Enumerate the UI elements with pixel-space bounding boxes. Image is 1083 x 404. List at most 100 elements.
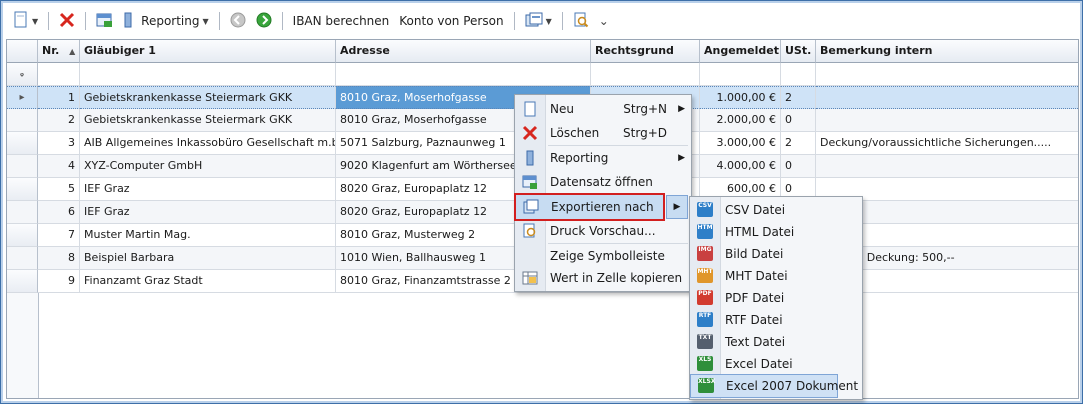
row-indicator[interactable] [7,155,38,178]
column-header-adresse[interactable]: Adresse [336,40,591,63]
export-item-htm[interactable]: HTM HTML Datei [690,221,860,243]
cell-ust[interactable]: 2 [781,86,816,109]
cell-glaeubiger[interactable]: Muster Martin Mag. [80,224,336,247]
open-record-button[interactable] [93,9,116,33]
cell-nr[interactable]: 8 [38,247,80,270]
export-submenu: CSV CSV Datei HTM HTML Datei IMG Bild Datei MH… [689,196,863,400]
toolbar: ▼ Reporting ▼ IBAN berechnen Konto von P… [4,6,1078,36]
cell-bemerkung[interactable] [816,155,1078,178]
row-indicator[interactable] [7,178,38,201]
column-header-nr[interactable]: Nr. ▲ [38,40,80,63]
cell-nr[interactable]: 7 [38,224,80,247]
cell-nr[interactable]: 9 [38,270,80,293]
filter-row[interactable]: ᵩ [7,63,1078,86]
export-item-rtf[interactable]: RTF RTF Datei [690,309,860,331]
csv-file-icon: CSV [697,202,713,217]
cell-angemeldet[interactable]: 4.000,00 € [700,155,781,178]
filter-cell[interactable] [781,63,816,86]
column-header-rechtsgrund[interactable]: Rechtsgrund [591,40,700,63]
submenu-arrow-icon[interactable]: ▶ [666,195,688,219]
export-item-xls[interactable]: XLS Excel Datei [690,353,860,375]
filter-cell[interactable] [336,63,591,86]
row-indicator[interactable] [7,132,38,155]
cell-nr[interactable]: 6 [38,201,80,224]
print-preview-button[interactable] [570,9,592,33]
filter-cell[interactable] [816,63,1078,86]
cell-glaeubiger[interactable]: Finanzamt Graz Stadt [80,270,336,293]
new-document-icon [522,101,538,117]
cell-glaeubiger[interactable]: Gebietskrankenkasse Steiermark GKK [80,109,336,132]
xlsx-file-icon: XLSX [698,378,715,393]
export-item-mht[interactable]: MHT MHT Datei [690,265,860,287]
cell-bemerkung[interactable]: Deckung/voraussichtliche Sicherungen....… [816,132,1078,155]
column-header-angemeldet[interactable]: Angemeldet [700,40,781,63]
cell-ust[interactable]: 0 [781,109,816,132]
menu-item-neu[interactable]: Neu Strg+N ▶ [515,97,691,121]
cell-angemeldet[interactable]: 3.000,00 € [700,132,781,155]
row-indicator[interactable] [7,109,38,132]
row-indicator[interactable] [7,247,38,270]
column-header-ust[interactable]: USt. [781,40,816,63]
menu-item-datensatz-oeffnen[interactable]: Datensatz öffnen [515,170,691,194]
cell-glaeubiger[interactable]: XYZ-Computer GmbH [80,155,336,178]
chevron-down-icon[interactable]: ▼ [32,17,38,26]
row-indicator[interactable] [7,270,38,293]
column-header-glaeubiger[interactable]: Gläubiger 1 [80,40,336,63]
cell-glaeubiger[interactable]: AIB Allgemeines Inkassobüro Gesellschaft… [80,132,336,155]
export-item-xlsx[interactable]: XLSX Excel 2007 Dokument [690,374,858,398]
cell-nr[interactable]: 1 [38,86,80,109]
cell-nr[interactable]: 3 [38,132,80,155]
export-item-img[interactable]: IMG Bild Datei [690,243,860,265]
overflow-button[interactable]: ⌄ [596,9,612,33]
iban-label: IBAN berechnen [292,14,390,28]
cell-glaeubiger[interactable]: Beispiel Barbara [80,247,336,270]
export-item-txt[interactable]: TXT Text Datei [690,331,860,353]
menu-item-exportieren-nach[interactable]: Exportieren nach [514,193,665,221]
row-indicator[interactable] [7,224,38,247]
cell-nr[interactable]: 5 [38,178,80,201]
menu-item-wert-kopieren[interactable]: Wert in Zelle kopieren [515,266,691,290]
filter-cell[interactable] [80,63,336,86]
row-indicator[interactable]: ▸ [7,86,38,109]
cell-glaeubiger[interactable]: IEF Graz [80,201,336,224]
export-button[interactable]: ▼ [522,9,555,33]
cell-nr[interactable]: 4 [38,155,80,178]
toolbar-separator [281,12,283,30]
cell-glaeubiger[interactable]: IEF Graz [80,178,336,201]
forward-button[interactable] [253,9,275,33]
htm-file-icon: HTM [697,224,713,239]
cell-angemeldet[interactable]: 2.000,00 € [700,109,781,132]
export-item-pdf[interactable]: PDF PDF Datei [690,287,860,309]
back-button[interactable] [227,9,249,33]
submenu-arrow-icon: ▶ [678,153,685,163]
reporting-button[interactable]: Reporting ▼ [120,9,212,33]
filter-cell[interactable] [38,63,80,86]
chevron-down-icon[interactable]: ▼ [546,17,552,26]
new-button[interactable]: ▼ [10,9,41,33]
cell-ust[interactable]: 2 [781,132,816,155]
cell-bemerkung[interactable] [816,109,1078,132]
filter-cell[interactable] [700,63,781,86]
export-item-csv[interactable]: CSV CSV Datei [690,199,860,221]
delete-button[interactable] [56,9,78,33]
menu-item-zeige-symbolleiste[interactable]: Zeige Symbolleiste [515,244,691,268]
chevron-down-icon[interactable]: ▼ [203,17,209,26]
konto-button[interactable]: Konto von Person [396,9,506,33]
cell-angemeldet[interactable]: 1.000,00 € [700,86,781,109]
menu-item-reporting[interactable]: Reporting ▶ [515,146,691,170]
cell-ust[interactable]: 0 [781,155,816,178]
toolbar-separator [85,12,87,30]
menu-item-druck-vorschau[interactable]: Druck Vorschau... [515,219,691,243]
iban-button[interactable]: IBAN berechnen [290,9,393,33]
cell-glaeubiger[interactable]: Gebietskrankenkasse Steiermark GKK [80,86,336,109]
column-header-bemerkung[interactable]: Bemerkung intern [816,40,1078,63]
filter-cell[interactable] [591,63,700,86]
filter-icon: ᵩ [7,63,38,86]
copy-cell-icon [522,270,538,286]
cell-bemerkung[interactable] [816,86,1078,109]
row-indicator[interactable] [7,201,38,224]
konto-label: Konto von Person [399,14,504,28]
menu-item-loeschen[interactable]: Löschen Strg+D [515,121,691,145]
toolbar-separator [513,12,515,30]
cell-nr[interactable]: 2 [38,109,80,132]
